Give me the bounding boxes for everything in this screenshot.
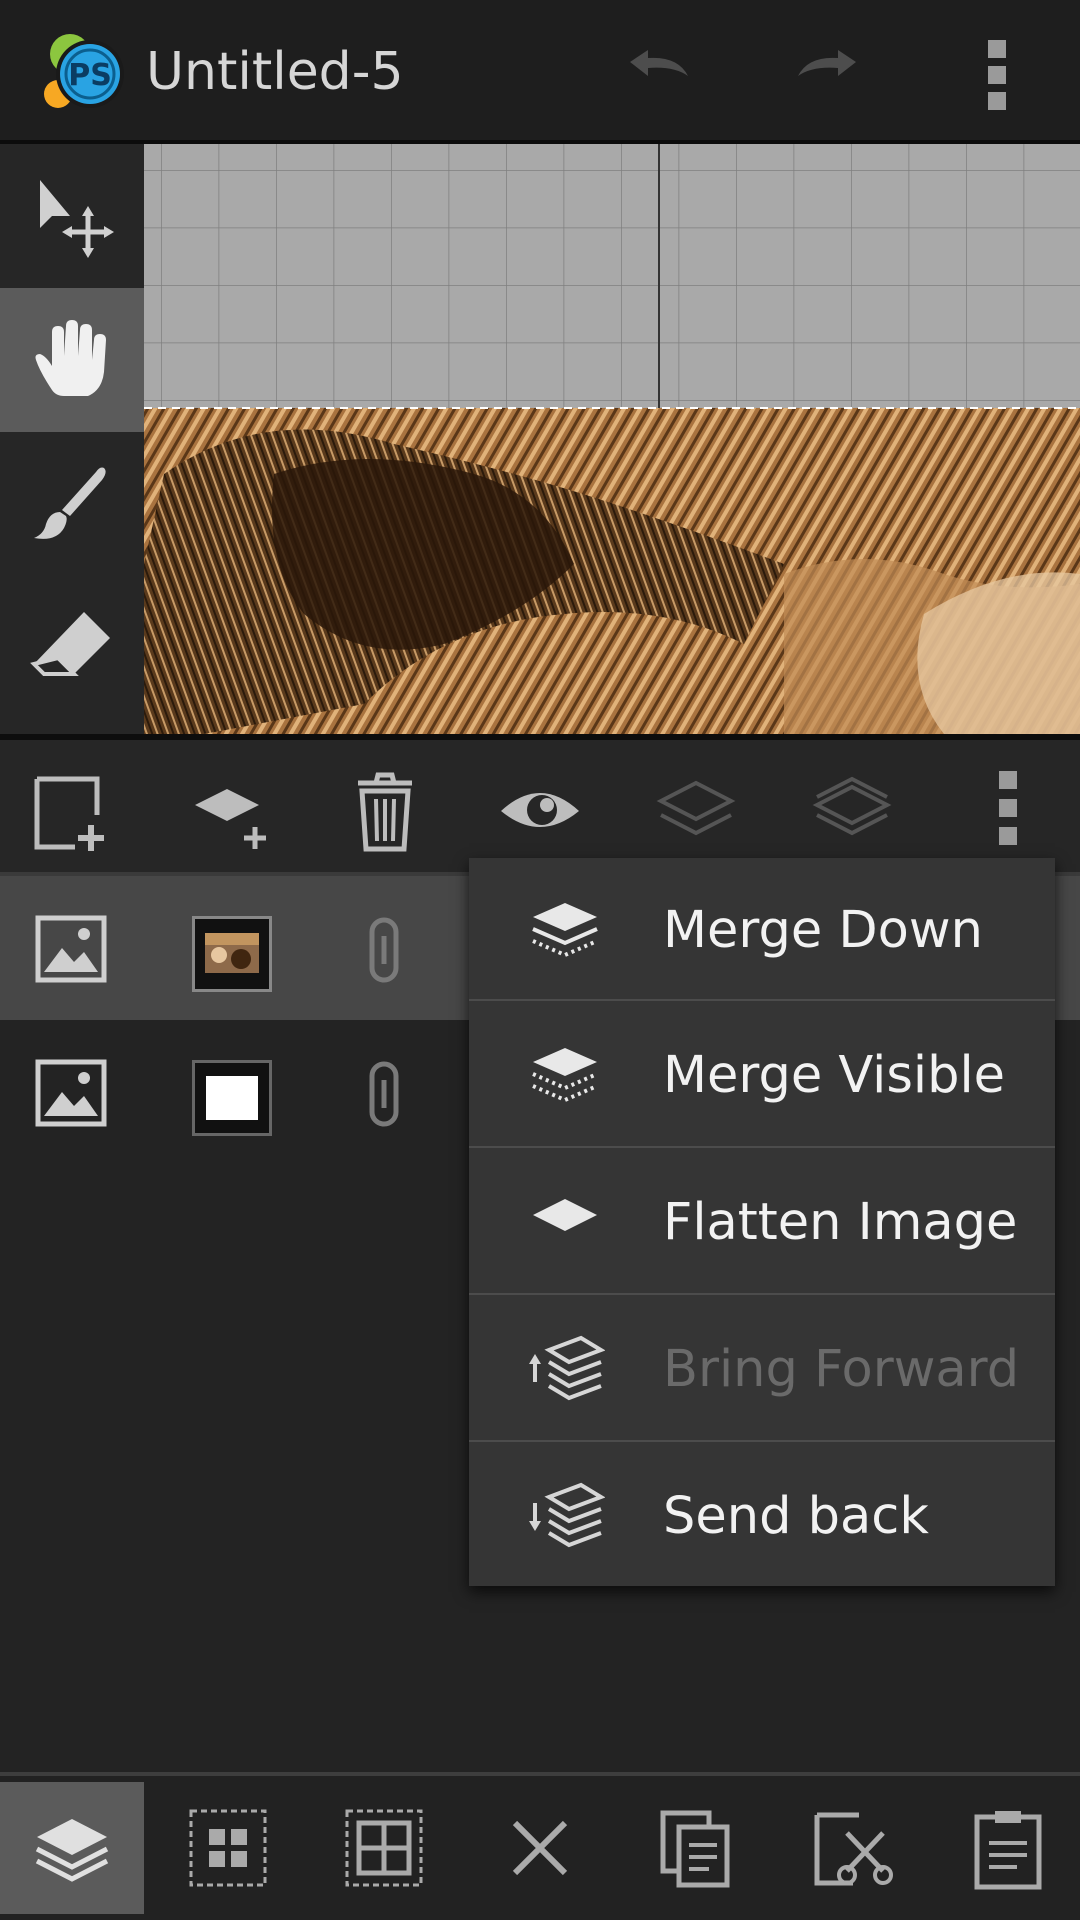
deselect-x-icon <box>512 1820 568 1876</box>
paste-button[interactable] <box>936 1782 1080 1914</box>
menu-item-label: Bring Forward <box>663 1340 1020 1399</box>
hand-pan-tool[interactable] <box>0 288 144 432</box>
visibility-eye-icon <box>501 793 579 827</box>
menu-item-merge-visible[interactable]: Merge Visible <box>469 1003 1055 1148</box>
document-title: Untitled-5 <box>146 42 404 102</box>
layer-overflow-button[interactable] <box>953 762 1063 858</box>
image-icon <box>32 910 112 990</box>
menu-item-label: Send back <box>663 1487 929 1546</box>
cut-button[interactable] <box>780 1782 924 1914</box>
new-layer-icon <box>34 776 104 851</box>
brush-icon <box>34 467 106 539</box>
photoshop-express-logo-icon[interactable]: PS <box>40 28 134 116</box>
link-icon[interactable] <box>344 1054 424 1134</box>
menu-item-bring-forward: Bring Forward <box>469 1297 1055 1442</box>
paste-icon <box>974 1811 1042 1890</box>
menu-divider <box>469 1293 1055 1295</box>
eraser-tool[interactable] <box>0 576 144 720</box>
merge-visible-icon <box>525 1036 605 1116</box>
menu-divider <box>469 1146 1055 1148</box>
menu-item-label: Merge Visible <box>663 1046 1006 1105</box>
undo-icon <box>630 50 688 76</box>
undo-button[interactable] <box>616 32 700 116</box>
deselect-button[interactable] <box>468 1782 612 1914</box>
menu-item-flatten-image[interactable]: Flatten Image <box>469 1150 1055 1295</box>
select-grid-icon <box>345 1809 423 1887</box>
overflow-menu-icon <box>999 771 1017 845</box>
layers-alt-button[interactable] <box>797 762 907 858</box>
menu-item-send-back[interactable]: Send back <box>469 1444 1055 1589</box>
layers-alt-icon <box>812 776 892 836</box>
cut-icon <box>814 1812 893 1886</box>
overflow-menu-icon <box>988 40 1006 110</box>
new-layer-button[interactable] <box>17 762 127 858</box>
menu-item-merge-down[interactable]: Merge Down <box>469 858 1055 1003</box>
delete-layer-icon <box>358 772 412 852</box>
menu-divider <box>469 999 1055 1001</box>
link-icon[interactable] <box>344 910 424 990</box>
add-layer-button[interactable] <box>175 762 285 858</box>
layers-stack-button[interactable] <box>641 762 751 858</box>
layer-options-menu: Merge Down Merge Visible Flatten Image B… <box>469 858 1055 1586</box>
flatten-image-icon <box>525 1183 605 1263</box>
hand-pan-icon <box>35 320 106 396</box>
select-all-button[interactable] <box>156 1782 300 1914</box>
move-select-icon <box>40 180 114 258</box>
select-all-icon <box>189 1809 267 1887</box>
overflow-menu-button[interactable] <box>954 32 1038 116</box>
layer-thumbnail-photo[interactable] <box>192 916 272 992</box>
move-select-tool[interactable] <box>0 144 144 288</box>
merge-down-icon <box>525 891 605 971</box>
delete-layer-button[interactable] <box>330 762 440 858</box>
menu-item-label: Merge Down <box>663 901 983 960</box>
layers-icon <box>35 1819 109 1882</box>
menu-item-label: Flatten Image <box>663 1193 1018 1252</box>
bring-forward-icon <box>525 1330 605 1410</box>
select-grid-button[interactable] <box>312 1782 456 1914</box>
canvas-grid <box>144 144 1080 734</box>
redo-icon <box>798 50 856 76</box>
copy-button[interactable] <box>624 1782 768 1914</box>
brush-tool[interactable] <box>0 432 144 576</box>
canvas[interactable] <box>144 144 1080 734</box>
image-icon <box>32 1054 112 1134</box>
visibility-button[interactable] <box>485 762 595 858</box>
layer-thumbnail-white[interactable] <box>192 1060 272 1136</box>
redo-button[interactable] <box>786 32 870 116</box>
layers-button[interactable] <box>0 1782 144 1914</box>
copy-icon <box>660 1810 730 1888</box>
add-layer-icon <box>195 789 266 849</box>
menu-divider <box>469 1440 1055 1442</box>
eraser-icon <box>30 612 110 676</box>
send-back-icon <box>525 1477 605 1557</box>
svg-text:PS: PS <box>68 58 112 93</box>
layers-stack-icon <box>656 780 736 836</box>
